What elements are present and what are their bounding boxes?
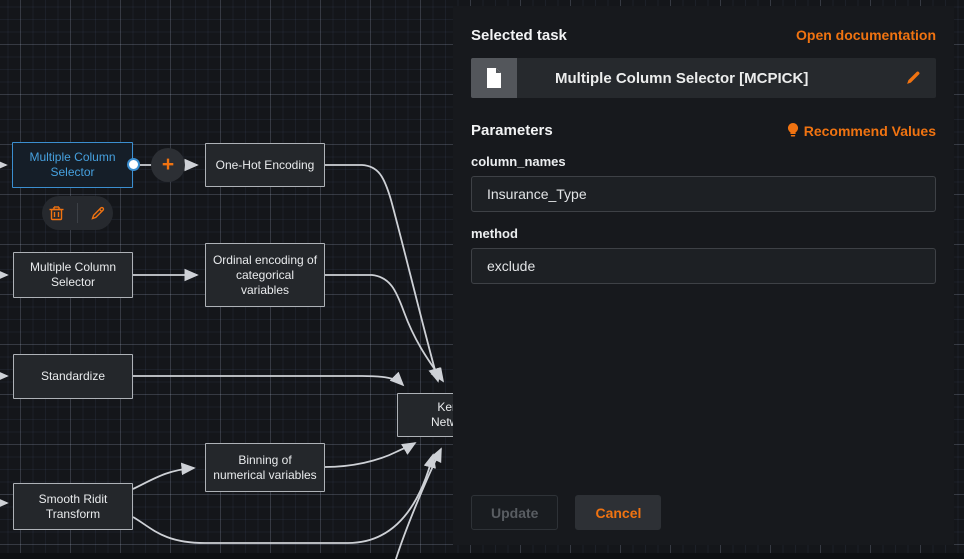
lightbulb-icon [787,123,799,138]
cancel-button[interactable]: Cancel [575,495,661,530]
task-title: Multiple Column Selector [MCPICK] [555,70,808,87]
edit-icon[interactable] [89,204,107,222]
node-label: One-Hot Encoding [216,158,315,173]
method-label: method [471,226,936,241]
column-names-label: column_names [471,154,936,169]
output-port-dot[interactable] [127,158,140,171]
node-label: Binning of numerical variables [212,453,318,483]
task-details-panel: Selected task Open documentation Multipl… [453,6,954,545]
toolbar-divider [77,203,78,223]
panel-header: Selected task Open documentation [471,27,936,44]
edit-task-icon[interactable] [905,69,922,91]
edge [395,449,441,559]
node-multiple-column-selector-1[interactable]: Multiple Column Selector [12,142,133,188]
document-icon [486,68,502,88]
canvas-bottom-band [0,553,964,559]
node-label: Standardize [41,369,105,384]
plus-icon: + [162,153,174,177]
parameters-row: Parameters Recommend Values [471,122,936,139]
node-standardize[interactable]: Standardize [13,354,133,399]
app-window: Multiple Column Selector One-Hot Encodin… [0,0,964,559]
node-binning[interactable]: Binning of numerical variables [205,443,325,492]
column-names-input[interactable] [471,176,936,212]
node-one-hot-encoding[interactable]: One-Hot Encoding [205,143,325,187]
node-toolbar [42,196,113,230]
delete-icon[interactable] [48,204,66,222]
node-label: Ordinal encoding of categorical variable… [212,253,318,298]
task-card[interactable]: Multiple Column Selector [MCPICK] [471,58,936,98]
update-button[interactable]: Update [471,495,558,530]
selected-task-heading: Selected task [471,27,567,44]
open-documentation-link[interactable]: Open documentation [796,27,936,43]
node-label: Smooth Ridit Transform [20,492,126,522]
edge [133,376,403,385]
recommend-values-link[interactable]: Recommend Values [787,123,936,139]
task-icon-cell [471,58,517,98]
edge [325,443,415,467]
method-input[interactable] [471,248,936,284]
node-label: Multiple Column Selector [20,260,126,290]
edge [325,165,438,381]
node-label: Multiple Column Selector [19,150,126,180]
edge [133,468,194,489]
add-node-button[interactable]: + [151,148,185,182]
edge [325,275,443,381]
parameters-heading: Parameters [471,122,553,139]
node-ordinal-encoding[interactable]: Ordinal encoding of categorical variable… [205,243,325,307]
node-multiple-column-selector-2[interactable]: Multiple Column Selector [13,252,133,298]
node-smooth-ridit-transform[interactable]: Smooth Ridit Transform [13,483,133,530]
panel-actions: Update Cancel [471,495,661,530]
